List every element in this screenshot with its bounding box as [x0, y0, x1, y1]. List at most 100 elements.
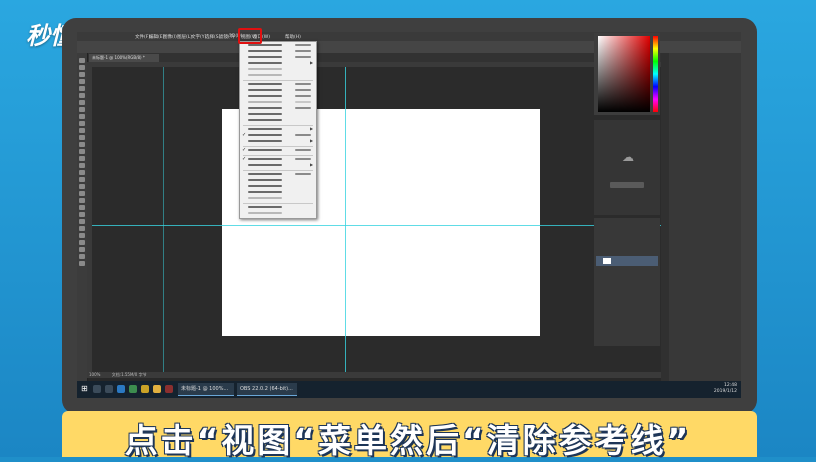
view-menu-item[interactable]: ▶: [241, 138, 315, 144]
view-menu-item[interactable]: [241, 172, 315, 177]
view-menu-item[interactable]: [241, 178, 315, 183]
taskbar-app-photoshop[interactable]: 未标题-1 @ 100%...: [178, 383, 234, 396]
view-menu-item[interactable]: ✓: [241, 156, 315, 162]
view-menu-item[interactable]: [241, 82, 315, 87]
tool-icon[interactable]: [79, 212, 85, 217]
menu-3[interactable]: 图层(L): [177, 34, 192, 40]
menu-item-label: [248, 158, 282, 160]
tool-icon[interactable]: [79, 135, 85, 140]
guide-line-horizontal[interactable]: [92, 225, 661, 226]
view-menu-item[interactable]: ▶: [241, 162, 315, 168]
tool-icon[interactable]: [79, 86, 85, 91]
canvas-area[interactable]: [92, 67, 661, 372]
tool-icon[interactable]: [79, 205, 85, 210]
tool-icon[interactable]: [79, 72, 85, 77]
menu-10[interactable]: 帮助(H): [285, 34, 301, 40]
music-icon[interactable]: [141, 385, 149, 393]
guide-line-vertical[interactable]: [163, 67, 164, 372]
windows-start-icon[interactable]: ⊞: [81, 385, 89, 393]
document-tab[interactable]: 未标题-1 @ 100%(RGB/8) *: [89, 54, 159, 62]
tool-icon[interactable]: [79, 142, 85, 147]
menu-0[interactable]: 文件(F): [135, 34, 150, 40]
tool-icon[interactable]: [79, 107, 85, 112]
menu-item-label: [248, 95, 282, 97]
view-menu-item[interactable]: [241, 106, 315, 111]
view-menu-item[interactable]: [241, 184, 315, 189]
tool-icon[interactable]: [79, 128, 85, 133]
menu-2[interactable]: 图像(I): [163, 34, 177, 40]
menu-item-shortcut: [295, 173, 311, 175]
tool-icon[interactable]: [79, 247, 85, 252]
tool-icon[interactable]: [79, 79, 85, 84]
tool-icon[interactable]: [79, 170, 85, 175]
instruction-caption: 点击“视图“菜单然后“清除参考线”: [124, 421, 692, 460]
tool-icon[interactable]: [79, 65, 85, 70]
menu-item-shortcut: [295, 158, 311, 160]
photos-icon[interactable]: [165, 385, 173, 393]
menu-separator: [243, 80, 313, 81]
menu-separator: [243, 146, 313, 147]
view-menu-item: [241, 211, 315, 216]
tool-icon[interactable]: [79, 149, 85, 154]
tool-icon[interactable]: [79, 93, 85, 98]
tool-icon[interactable]: [79, 240, 85, 245]
clock[interactable]: 12:48 2019/1/12: [714, 383, 737, 395]
view-menu-item: [241, 67, 315, 72]
view-menu-item[interactable]: [241, 118, 315, 123]
tool-icon[interactable]: [79, 114, 85, 119]
tool-icon[interactable]: [79, 226, 85, 231]
tool-icon[interactable]: [79, 121, 85, 126]
document-tab-bar: 未标题-1 @ 100%(RGB/8) *: [87, 53, 661, 62]
menu-item-label: [248, 62, 282, 64]
search-icon[interactable]: [93, 385, 101, 393]
menu-item-label: [248, 212, 282, 214]
tool-icon[interactable]: [79, 254, 85, 259]
view-menu-item[interactable]: ✓: [241, 147, 315, 153]
zoom-level[interactable]: 100%: [89, 372, 100, 377]
tool-icon[interactable]: [79, 156, 85, 161]
tool-icon[interactable]: [79, 100, 85, 105]
tool-icon[interactable]: [79, 191, 85, 196]
color-picker-field[interactable]: [598, 36, 650, 112]
document-info: 文档:1.55M/0 字节: [111, 372, 147, 377]
view-menu-item[interactable]: ▶: [241, 60, 315, 66]
view-menu-item[interactable]: [241, 94, 315, 99]
view-menu-item[interactable]: ✓: [241, 132, 315, 138]
tool-icon[interactable]: [79, 219, 85, 224]
menu-item-label: [248, 179, 282, 181]
view-menu-item[interactable]: [241, 88, 315, 93]
guide-line-vertical[interactable]: [345, 67, 346, 372]
check-icon: ✓: [242, 132, 247, 138]
view-menu-item[interactable]: [241, 49, 315, 54]
tool-icon[interactable]: [79, 177, 85, 182]
tool-icon[interactable]: [79, 261, 85, 266]
menu-item-label: [248, 44, 282, 46]
tool-icon[interactable]: [79, 233, 85, 238]
view-menu-item[interactable]: [241, 55, 315, 60]
tool-icon[interactable]: [79, 198, 85, 203]
tool-icon[interactable]: [79, 163, 85, 168]
view-menu-item: [241, 100, 315, 105]
tool-icon[interactable]: [79, 184, 85, 189]
view-menu-item[interactable]: ▶: [241, 126, 315, 132]
menu-separator: [243, 203, 313, 204]
tool-icon[interactable]: [79, 58, 85, 63]
view-menu-item[interactable]: [241, 190, 315, 195]
layers-panel: [594, 218, 660, 346]
store-icon[interactable]: [129, 385, 137, 393]
menu-4[interactable]: 文字(Y): [191, 34, 206, 40]
taskbar-app-obs[interactable]: OBS 22.0.2 (64-bit)...: [237, 383, 297, 396]
sign-in-button[interactable]: [610, 182, 644, 188]
edge-browser-icon[interactable]: [117, 385, 125, 393]
view-menu-item[interactable]: [241, 112, 315, 117]
hue-slider[interactable]: [653, 36, 658, 112]
view-menu-item[interactable]: [241, 205, 315, 210]
taskbar: ⊞ 未标题-1 @ 100%... OBS 22.0.2 (64-bit)...…: [77, 381, 741, 398]
task-view-icon[interactable]: [105, 385, 113, 393]
explorer-icon[interactable]: [153, 385, 161, 393]
menu-item-label: [248, 113, 282, 115]
menu-item-label: [248, 89, 282, 91]
menu-item-label: [248, 206, 282, 208]
menu-item-label: [248, 83, 282, 85]
menu-item-label: [248, 149, 282, 151]
